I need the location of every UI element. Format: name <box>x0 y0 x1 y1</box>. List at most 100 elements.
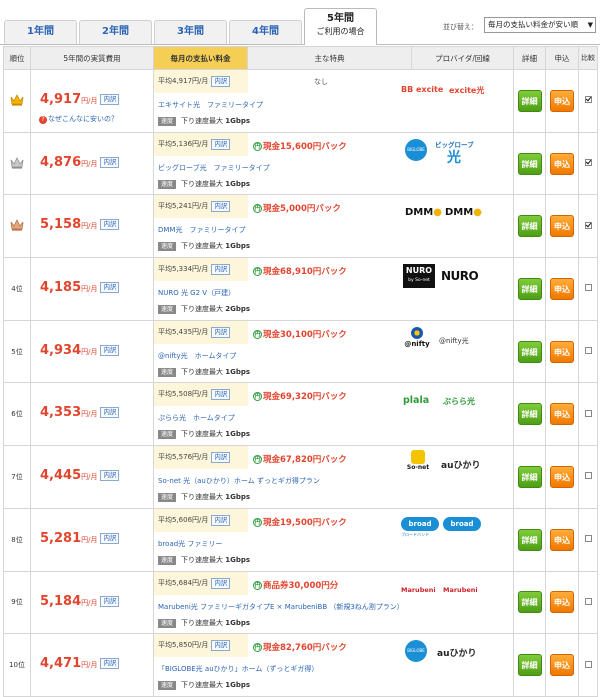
compare-checkbox[interactable] <box>584 660 592 668</box>
compare-checkbox[interactable] <box>584 96 592 104</box>
fee-breakdown-button[interactable]: 内訳 <box>211 514 231 526</box>
apply-button[interactable]: 申込 <box>550 215 574 238</box>
plan-link[interactable]: NURO 光 G2 V（戸建） <box>158 288 235 298</box>
dmm-logo: DMM● <box>405 207 442 219</box>
apply-button[interactable]: 申込 <box>550 340 574 363</box>
cost-line: 5,184円/月 内訳 <box>40 593 120 609</box>
cost-breakdown-button[interactable]: 内訳 <box>100 219 120 231</box>
monthly-fee: 平均5,684円/月 内訳 <box>154 571 248 595</box>
fee-breakdown-button[interactable]: 内訳 <box>211 640 231 652</box>
plan-link[interactable]: @nifty光 ホームタイプ <box>158 351 236 361</box>
detail-button[interactable]: 詳細 <box>517 340 542 363</box>
plan-link[interactable]: ビッグローブ光 ファミリータイプ <box>158 163 270 173</box>
monthly-fee: 平均5,606円/月 内訳 <box>154 508 248 532</box>
compare-checkbox[interactable] <box>584 409 592 417</box>
fee-breakdown-button[interactable]: 内訳 <box>211 201 231 213</box>
tab-3-years[interactable]: 3年間 <box>154 20 227 44</box>
detail-button[interactable]: 詳細 <box>517 591 542 614</box>
plan-link[interactable]: So-net 光（auひかり）ホーム ずっとギガ得プラン <box>158 476 320 486</box>
fee-breakdown-button[interactable]: 内訳 <box>211 264 231 276</box>
five-year-cost: 5,184 <box>40 593 82 609</box>
fee-prefix: 平均 <box>158 578 172 587</box>
compare-checkbox[interactable] <box>584 284 592 292</box>
yen-icon: 円 <box>253 204 262 214</box>
apply-button[interactable]: 申込 <box>550 654 574 677</box>
apply-button[interactable]: 申込 <box>550 403 574 426</box>
detail-button[interactable]: 詳細 <box>517 465 542 488</box>
fee-breakdown-button[interactable]: 内訳 <box>211 326 231 338</box>
cost-cell: 4,934円/月 内訳 <box>30 319 154 384</box>
plan-link[interactable]: 「BIGLOBE光 auひかり」ホーム（ずっとギガ得） <box>158 664 318 674</box>
fee-breakdown-button[interactable]: 内訳 <box>211 76 231 87</box>
tab-4-years[interactable]: 4年間 <box>229 20 302 44</box>
compare-checkbox[interactable] <box>584 472 592 480</box>
detail-button[interactable]: 詳細 <box>517 528 542 551</box>
why-cheap-link[interactable]: ? なぜこんなに安いの？ <box>39 114 118 124</box>
monthly-fee: 平均5,136円/月 内訳 <box>154 132 248 156</box>
apply-button[interactable]: 申込 <box>550 465 574 488</box>
compare-checkbox[interactable] <box>584 347 592 355</box>
speed-tag: 速度 <box>158 493 177 503</box>
plan-cell: 平均5,136円/月 内訳円現金15,600円バック ビッグローブ光 ファミリータイ… <box>153 131 514 196</box>
speed-value: 1Gbps <box>225 430 251 439</box>
cost-breakdown-button[interactable]: 内訳 <box>100 282 120 294</box>
apply-button[interactable]: 申込 <box>550 89 574 112</box>
plan-link[interactable]: broad光 ファミリー <box>158 539 222 549</box>
fee-value: 5,435 <box>172 327 193 336</box>
plan-link[interactable]: Marubeni光 ファミリーギガタイプE × MarubeniBB （新規3ね… <box>158 602 404 612</box>
plan-cell: 平均5,435円/月 内訳円現金30,100円バック @nifty光 ホームタイプ速… <box>153 319 514 384</box>
perk-label: 現金82,760円バック <box>263 643 347 654</box>
sort-select[interactable]: 毎月の支払い料金が安い順 ▼ <box>484 17 596 33</box>
apply-cell: 申込 <box>545 382 579 447</box>
fee-prefix: 平均 <box>158 202 172 211</box>
cost-unit: 円/月 <box>81 661 98 670</box>
fee-unit: 円/月 <box>192 327 209 336</box>
apply-button[interactable]: 申込 <box>550 591 574 614</box>
cost-breakdown-button[interactable]: 内訳 <box>100 470 120 482</box>
apply-button[interactable]: 申込 <box>550 528 574 551</box>
cost-unit: 円/月 <box>81 285 98 294</box>
rank-label: 5位 <box>11 347 23 356</box>
apply-button[interactable]: 申込 <box>550 152 574 175</box>
cost-breakdown-button[interactable]: 内訳 <box>100 595 120 607</box>
detail-button[interactable]: 詳細 <box>517 403 542 426</box>
compare-checkbox[interactable] <box>584 221 592 229</box>
compare-checkbox[interactable] <box>584 597 592 605</box>
apply-button[interactable]: 申込 <box>550 277 574 300</box>
speed-tag: 速度 <box>158 618 177 628</box>
plan-link[interactable]: ぷらら光 ホームタイプ <box>158 413 235 423</box>
perk-text: 円現金67,820円バック <box>253 453 347 465</box>
tab-5-years[interactable]: 5年間 ご利用の場合 <box>304 8 377 45</box>
compare-checkbox[interactable] <box>584 535 592 543</box>
detail-button[interactable]: 詳細 <box>517 654 542 677</box>
fee-prefix: 平均 <box>158 453 172 462</box>
tab-1-year[interactable]: 1年間 <box>4 20 77 44</box>
fee-prefix: 平均 <box>158 139 172 148</box>
cost-unit: 円/月 <box>81 347 98 356</box>
detail-button[interactable]: 詳細 <box>517 89 542 112</box>
fee-value: 5,334 <box>172 265 193 274</box>
fee-breakdown-button[interactable]: 内訳 <box>211 452 231 464</box>
apply-cell: 申込 <box>545 194 579 259</box>
cost-breakdown-button[interactable]: 内訳 <box>100 532 120 544</box>
tab-2-years[interactable]: 2年間 <box>79 20 152 44</box>
detail-button[interactable]: 詳細 <box>517 215 542 238</box>
cost-breakdown-button[interactable]: 内訳 <box>100 658 120 670</box>
detail-button[interactable]: 詳細 <box>517 152 542 175</box>
plan-link[interactable]: DMM光 ファミリータイプ <box>158 225 245 235</box>
cost-breakdown-button[interactable]: 内訳 <box>100 94 120 105</box>
nuro-logo: NURO by So-net <box>403 264 435 289</box>
cost-breakdown-button[interactable]: 内訳 <box>100 156 120 168</box>
speed-tag: 速度 <box>158 430 177 440</box>
fee-breakdown-button[interactable]: 内訳 <box>211 138 231 150</box>
fee-value: 5,241 <box>172 202 193 211</box>
compare-checkbox[interactable] <box>584 159 592 167</box>
cost-breakdown-button[interactable]: 内訳 <box>100 407 120 419</box>
detail-button[interactable]: 詳細 <box>517 277 542 300</box>
fee-breakdown-button[interactable]: 内訳 <box>211 389 231 401</box>
biglobe-logo: BIGLOBE <box>405 138 427 161</box>
plan-link[interactable]: エキサイト光 ファミリータイプ <box>158 100 263 110</box>
speed-value: 1Gbps <box>225 618 251 627</box>
cost-breakdown-button[interactable]: 内訳 <box>100 344 120 356</box>
fee-breakdown-button[interactable]: 内訳 <box>211 577 231 589</box>
